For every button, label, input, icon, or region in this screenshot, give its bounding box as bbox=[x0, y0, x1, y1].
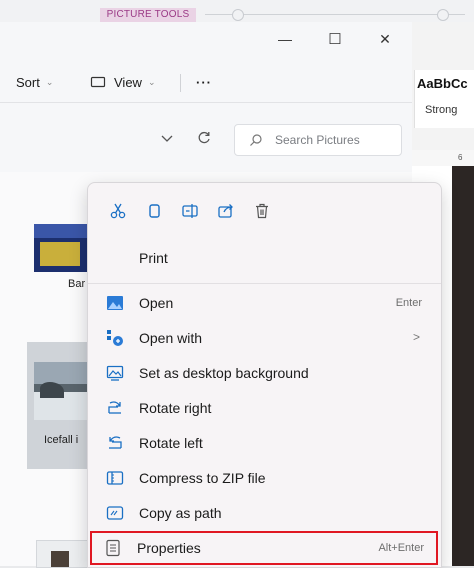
view-button[interactable]: View ⌄ bbox=[90, 72, 156, 92]
menu-item-set-desktop-background[interactable]: Set as desktop background bbox=[92, 356, 436, 390]
context-menu: Print Open Enter Open with > Set as desk… bbox=[87, 182, 442, 568]
maximize-button[interactable]: ☐ bbox=[312, 22, 358, 56]
view-label: View bbox=[114, 74, 142, 90]
copy-path-icon bbox=[106, 506, 124, 520]
quick-actions bbox=[100, 197, 280, 225]
copy-icon bbox=[149, 204, 160, 218]
trash-icon bbox=[256, 203, 268, 219]
image-icon bbox=[107, 296, 123, 310]
file-thumbnail[interactable] bbox=[36, 540, 94, 568]
menu-item-compress-zip[interactable]: Compress to ZIP file bbox=[92, 461, 436, 495]
refresh-icon[interactable] bbox=[196, 130, 212, 146]
thumbnail-rock bbox=[40, 382, 64, 398]
minimize-button[interactable]: — bbox=[262, 22, 308, 56]
rotate-left-icon bbox=[109, 436, 122, 449]
properties-icon bbox=[106, 539, 120, 557]
title-bar: — ☐ ✕ bbox=[0, 22, 412, 56]
chevron-down-icon: ⌄ bbox=[45, 76, 54, 87]
menu-item-label: Properties bbox=[137, 540, 201, 556]
rotate-right-icon bbox=[108, 401, 121, 414]
menu-item-label: Rotate right bbox=[139, 400, 212, 416]
open-with-icon bbox=[107, 330, 123, 346]
menu-item-label: Set as desktop background bbox=[139, 365, 309, 381]
ribbon-dot bbox=[232, 9, 244, 21]
desktop-background-icon bbox=[106, 365, 124, 381]
search-icon bbox=[250, 134, 262, 146]
menu-item-label: Rotate left bbox=[139, 435, 203, 451]
share-icon bbox=[218, 204, 233, 218]
picture-tools-tab[interactable]: PICTURE TOOLS bbox=[100, 8, 196, 22]
menu-item-label: Print bbox=[139, 250, 168, 266]
thumbnail-photo bbox=[51, 551, 69, 567]
ruler-mark: 6 bbox=[458, 153, 463, 162]
menu-item-shortcut: Alt+Enter bbox=[378, 542, 424, 554]
thumbnail-sky bbox=[34, 362, 92, 384]
chevron-right-icon: > bbox=[412, 330, 420, 344]
menu-item-label: Compress to ZIP file bbox=[139, 470, 266, 486]
file-name[interactable]: Bar bbox=[68, 278, 85, 290]
thumbnail-shape bbox=[40, 242, 80, 266]
search-input[interactable]: Search Pictures bbox=[234, 124, 402, 156]
thumbnail-band bbox=[34, 224, 94, 238]
cut-button[interactable] bbox=[100, 197, 136, 225]
menu-item-print[interactable]: Print bbox=[92, 241, 436, 275]
toolbar-divider bbox=[180, 74, 181, 92]
sort-label: Sort bbox=[16, 74, 40, 90]
menu-item-rotate-right[interactable]: Rotate right bbox=[92, 391, 436, 425]
scissors-icon bbox=[110, 203, 126, 219]
menu-item-label: Copy as path bbox=[139, 505, 222, 521]
sort-button[interactable]: Sort ⌄ bbox=[16, 72, 53, 92]
style-sample: AaBbCc bbox=[417, 76, 468, 91]
menu-item-properties[interactable]: Properties Alt+Enter bbox=[90, 531, 438, 565]
ribbon-dot bbox=[437, 9, 449, 21]
file-thumbnail[interactable] bbox=[34, 362, 92, 420]
search-placeholder: Search Pictures bbox=[275, 133, 360, 147]
copy-button[interactable] bbox=[136, 197, 172, 225]
chevron-down-icon: ⌄ bbox=[147, 76, 156, 87]
menu-item-label: Open bbox=[139, 295, 174, 311]
delete-button[interactable] bbox=[244, 197, 280, 225]
command-bar: Sort ⌄ View ⌄ ··· bbox=[0, 62, 412, 103]
menu-divider bbox=[88, 283, 441, 284]
document-background bbox=[452, 166, 474, 566]
chevron-down-icon[interactable] bbox=[160, 134, 174, 144]
menu-item-open-with[interactable]: Open with > bbox=[92, 321, 436, 355]
menu-item-copy-as-path[interactable]: Copy as path bbox=[92, 496, 436, 530]
file-name[interactable]: Icefall i bbox=[44, 434, 78, 446]
more-options-button[interactable]: ··· bbox=[196, 72, 212, 92]
rename-icon bbox=[182, 204, 198, 218]
ruler: 6 bbox=[412, 150, 474, 167]
rename-button[interactable] bbox=[172, 197, 208, 225]
address-bar: Search Pictures bbox=[0, 120, 412, 156]
share-button[interactable] bbox=[208, 197, 244, 225]
file-thumbnail[interactable] bbox=[34, 224, 94, 272]
view-icon bbox=[90, 76, 106, 88]
zip-folder-icon bbox=[106, 471, 124, 485]
ribbon-divider bbox=[205, 14, 465, 15]
menu-item-shortcut: Enter bbox=[395, 297, 422, 309]
menu-item-label: Open with bbox=[139, 330, 203, 346]
close-button[interactable]: ✕ bbox=[362, 22, 408, 56]
menu-item-open[interactable]: Open Enter bbox=[92, 286, 436, 320]
menu-item-rotate-left[interactable]: Rotate left bbox=[92, 426, 436, 460]
style-name: Strong bbox=[425, 104, 458, 116]
